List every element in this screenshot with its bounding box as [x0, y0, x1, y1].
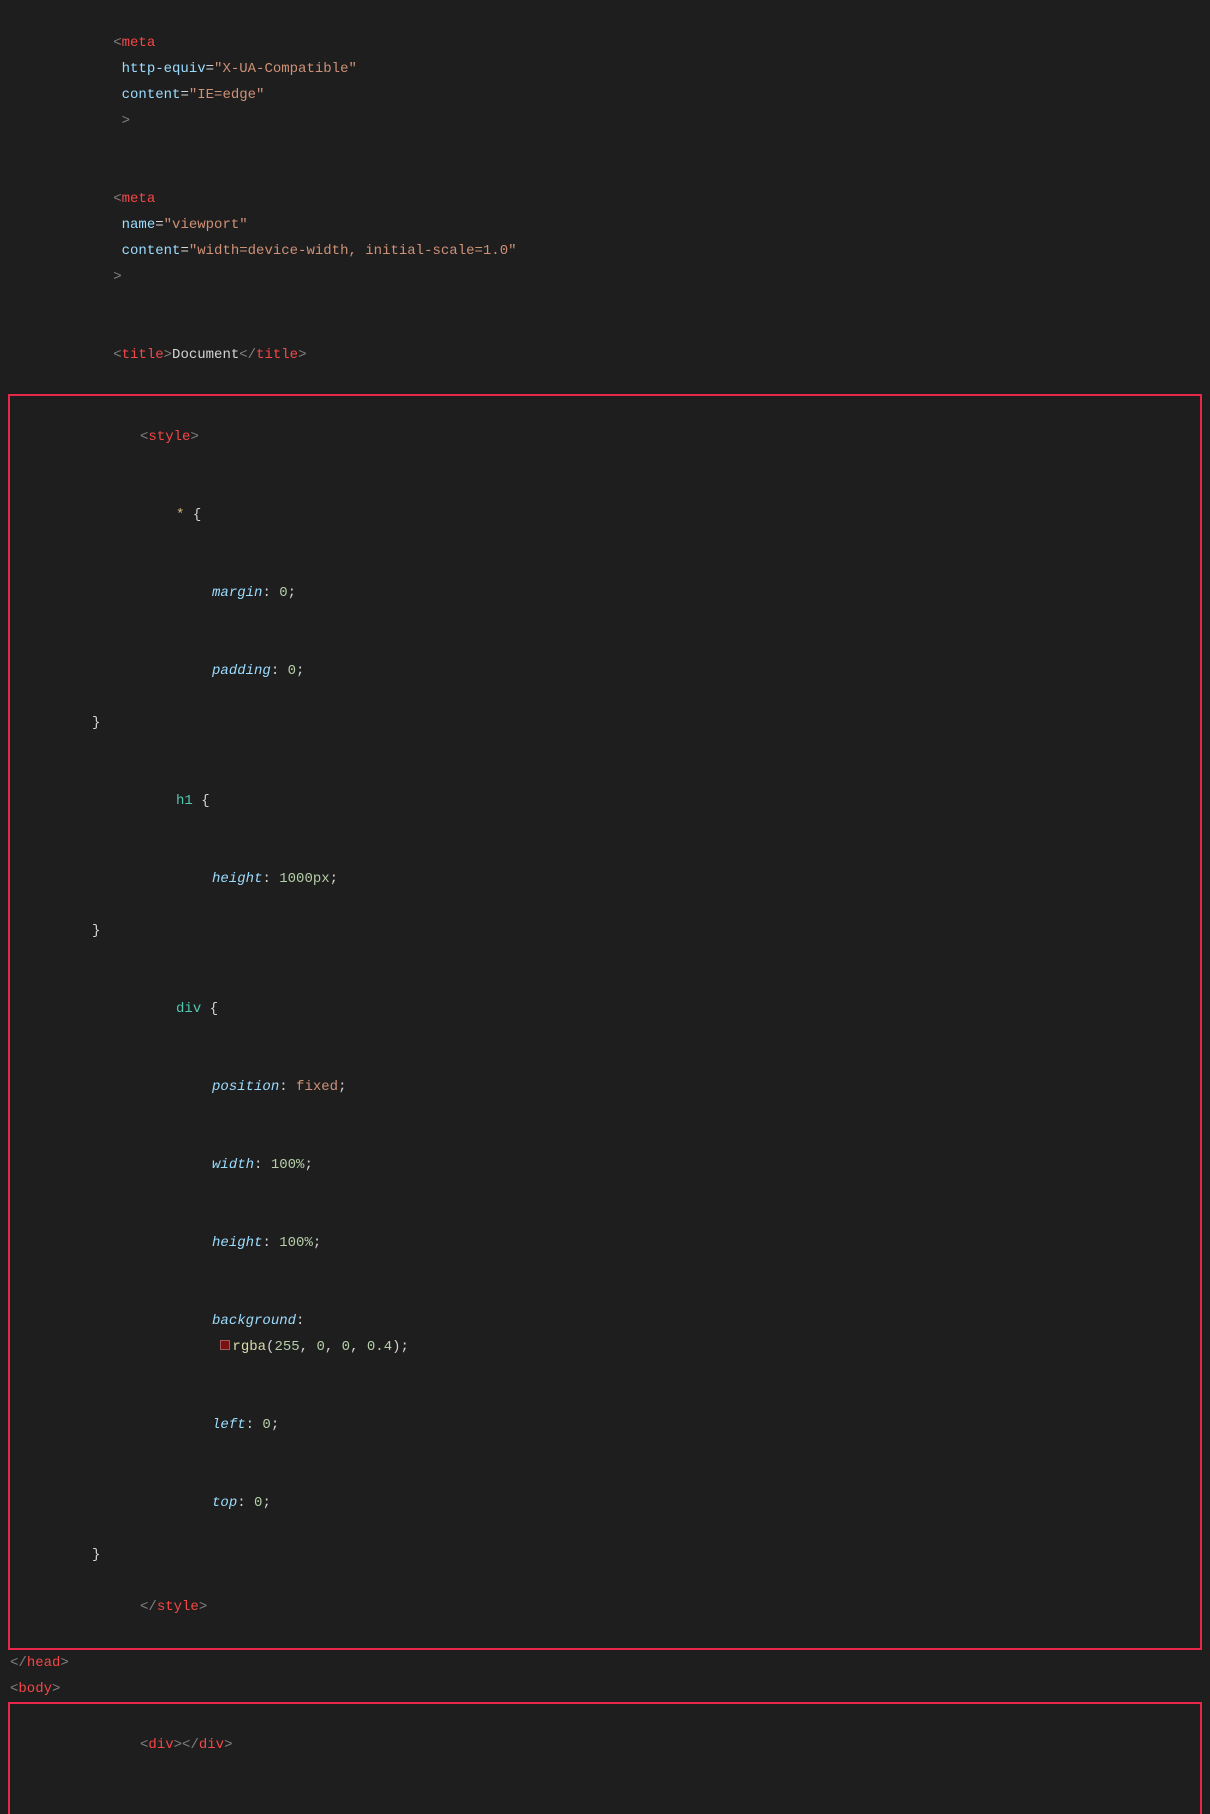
line-position: position: fixed;: [10, 1048, 1200, 1126]
line-brace-close-2: }: [10, 918, 1200, 944]
line-style-open: <style>: [10, 398, 1200, 476]
line-brace-close-3: }: [10, 1542, 1200, 1568]
line-padding: padding: 0;: [10, 632, 1200, 710]
line-style-close: </style>: [10, 1568, 1200, 1646]
line-brace-close-1: }: [10, 710, 1200, 736]
line-star-selector: * {: [10, 476, 1200, 554]
color-swatch-red: [220, 1340, 230, 1350]
highlighted-region-body: <div></div> <h1>12312</h1> <h1>12312</h1…: [8, 1702, 1202, 1814]
line-meta-http: <meta http-equiv="X-UA-Compatible" conte…: [0, 4, 1210, 160]
line-height-100: height: 100%;: [10, 1204, 1200, 1282]
line-blank-1: [10, 736, 1200, 762]
line-h1-1: <h1>12312</h1>: [10, 1784, 1200, 1814]
line-width: width: 100%;: [10, 1126, 1200, 1204]
line-h1-selector: h1 {: [10, 762, 1200, 840]
line-margin: margin: 0;: [10, 554, 1200, 632]
line-height-1000: height: 1000px;: [10, 840, 1200, 918]
line-background: background: rgba(255, 0, 0, 0.4);: [10, 1282, 1200, 1386]
line-body-open: <body>: [0, 1676, 1210, 1702]
code-area: <meta http-equiv="X-UA-Compatible" conte…: [0, 0, 1210, 1814]
line-div-empty: <div></div>: [10, 1706, 1200, 1784]
line-left: left: 0;: [10, 1386, 1200, 1464]
line-meta-viewport: <meta name="viewport" content="width=dev…: [0, 160, 1210, 316]
highlighted-region: <style> * { margin: 0; padding: 0;: [8, 394, 1202, 1650]
line-blank-2: [10, 944, 1200, 970]
editor-container: <meta http-equiv="X-UA-Compatible" conte…: [0, 0, 1210, 1814]
line-head-close: </head>: [0, 1650, 1210, 1676]
line-div-selector: div {: [10, 970, 1200, 1048]
line-top: top: 0;: [10, 1464, 1200, 1542]
line-title: <title>Document</title>: [0, 316, 1210, 394]
